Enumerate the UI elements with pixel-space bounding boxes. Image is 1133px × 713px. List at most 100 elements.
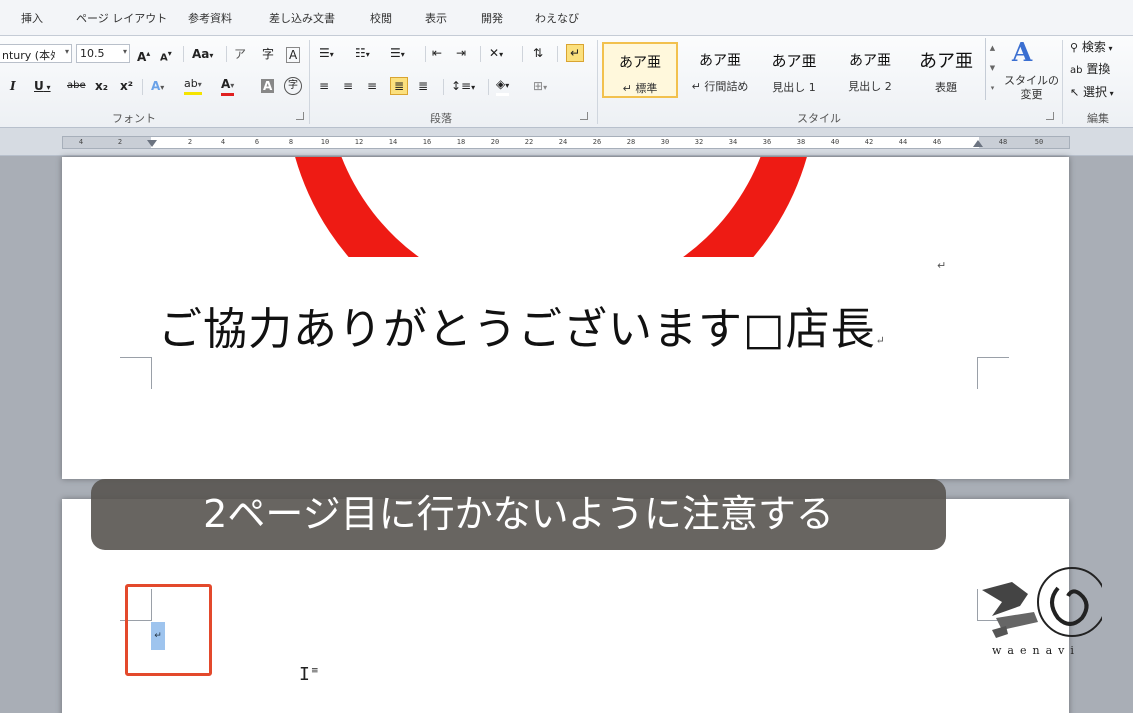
show-formatting-marks-button[interactable]: ↵ <box>566 44 585 62</box>
style-normal[interactable]: あア亜 ↵ 標準 <box>602 42 678 98</box>
enclosed-character-button[interactable]: 字 <box>284 77 302 95</box>
style-name: ↵ 行間詰め <box>691 80 749 93</box>
font-name-combo[interactable]: ntury (本ﾀ ▾ <box>0 44 72 63</box>
style-title[interactable]: あア亜 表題 <box>908 42 984 98</box>
subscript-button[interactable]: x₂ <box>95 77 108 95</box>
character-border-button[interactable]: A <box>286 47 301 63</box>
align-left-button[interactable]: ≡ <box>319 77 329 95</box>
tab-developer[interactable]: 開発 <box>481 10 503 26</box>
replace-button[interactable]: ab 置換 <box>1070 60 1110 77</box>
replace-label: 置換 <box>1086 62 1111 76</box>
change-case-icon: Aa <box>192 47 210 61</box>
edit-group-label: 編集 <box>1087 112 1109 125</box>
tab-references[interactable]: 参考資料 <box>188 10 232 26</box>
first-line-indent-handle[interactable] <box>147 140 157 147</box>
red-circle-shape[interactable] <box>62 157 1069 257</box>
change-styles-button[interactable]: スタイルの 変更 <box>1004 74 1059 102</box>
shading-button[interactable]: ◈▾ <box>496 77 510 96</box>
style-sample: あア亜 <box>771 52 817 70</box>
horizontal-ruler[interactable]: 4 2 2 4 6 8 10 12 14 16 18 20 22 24 26 2… <box>0 128 1133 156</box>
style-heading-2[interactable]: あア亜 見出し 2 <box>832 42 908 98</box>
italic-button[interactable]: I <box>10 77 16 95</box>
style-name: 見出し 1 <box>772 81 816 94</box>
right-indent-handle[interactable] <box>973 140 983 147</box>
ruler-tick: 36 <box>762 138 772 146</box>
ruler-tick: 50 <box>1034 138 1044 146</box>
styles-gallery: あア亜 ↵ 標準 あア亜 ↵ 行間詰め あア亜 見出し 1 あア亜 見出し 2 あア亜表… <box>602 40 1000 100</box>
tutorial-caption: 2ページ目に行かないように注意する <box>91 479 946 550</box>
font-group-label: フォント <box>112 112 156 125</box>
greeting-text[interactable]: ご協力ありがとうございます□店長↵ <box>158 293 886 357</box>
line-spacing-icon: ↕≡ <box>451 79 472 93</box>
ruler-tick: 18 <box>456 138 466 146</box>
greeting-line: ご協力ありがとうございます□店長 <box>158 304 876 355</box>
change-case-button[interactable]: Aa▾ <box>192 45 213 65</box>
tab-waenavi[interactable]: わえなび <box>535 10 579 26</box>
ruler-tick: 20 <box>490 138 500 146</box>
increase-indent-button[interactable]: ⇥ <box>456 44 466 62</box>
line-spacing-button[interactable]: ↕≡▾ <box>451 77 475 97</box>
styles-dialog-launcher-icon[interactable] <box>1046 112 1054 120</box>
underline-button[interactable]: U ▾ <box>34 77 51 97</box>
font-color-button[interactable]: A▾ <box>221 77 235 96</box>
distributed-button[interactable]: ≣ <box>418 77 428 95</box>
ribbon-tab-bar: 挿入 ページ レイアウト 参考資料 差し込み文書 校閲 表示 開発 わえなび <box>0 0 1133 36</box>
character-shading-icon: A <box>263 79 273 93</box>
highlight-color-button[interactable]: ab▾ <box>184 77 202 95</box>
document-page-1[interactable]: ↵ ご協力ありがとうございます□店長↵ <box>62 157 1069 479</box>
font-size-combo[interactable]: 10.5 ▾ <box>76 44 130 63</box>
shrink-font-button[interactable]: A▾ <box>160 45 172 67</box>
tab-view[interactable]: 表示 <box>425 10 447 26</box>
align-right-button[interactable]: ≡ <box>367 77 377 95</box>
multilevel-list-button[interactable]: ☰▾ <box>390 44 405 64</box>
tab-review[interactable]: 校閲 <box>370 10 392 26</box>
find-button[interactable]: ⚲ 検索 ▾ <box>1070 38 1112 55</box>
styles-gallery-scroll[interactable]: ▲ ▼ ▾ <box>985 38 999 100</box>
justify-button[interactable]: ≣ <box>390 77 409 95</box>
tab-page-layout[interactable]: ページ レイアウト <box>76 10 167 26</box>
ruler-tick: 48 <box>998 138 1008 146</box>
tab-insert[interactable]: 挿入 <box>21 10 43 26</box>
strikethrough-icon: abe <box>67 80 86 91</box>
paragraph-dialog-launcher-icon[interactable] <box>580 112 588 120</box>
character-shading-button[interactable]: A <box>261 79 275 93</box>
sort-icon: ⇅ <box>533 46 544 60</box>
selected-paragraph-mark[interactable]: ↵ <box>151 622 165 650</box>
borders-button[interactable]: ⊞▾ <box>533 77 547 97</box>
ruler-tick: 22 <box>524 138 534 146</box>
text-effects-icon: A <box>151 79 161 93</box>
numbering-button[interactable]: ☷▾ <box>355 44 370 64</box>
font-dialog-launcher-icon[interactable] <box>296 112 304 120</box>
phonetic-guide-button[interactable]: ア <box>234 45 246 63</box>
grow-font-button[interactable]: A▴ <box>137 45 150 66</box>
style-sample: あア亜 <box>699 53 741 69</box>
sort-button[interactable]: ⇅ <box>533 44 543 62</box>
ruler-tick: 28 <box>626 138 636 146</box>
select-button[interactable]: ↖ 選択 ▾ <box>1070 83 1114 100</box>
style-heading-1[interactable]: あア亜見出し 1 <box>756 42 832 98</box>
tab-mailings[interactable]: 差し込み文書 <box>269 10 335 26</box>
strikethrough-button[interactable]: abe <box>67 77 86 95</box>
asian-layout-button[interactable]: ✕▾ <box>489 44 503 64</box>
pilcrow-icon: ↵ <box>570 46 581 60</box>
style-no-spacing[interactable]: あア亜 ↵ 行間詰め <box>682 42 758 98</box>
align-center-icon: ≡ <box>343 79 354 93</box>
cursor-arrow-icon: ↖ <box>1070 86 1080 99</box>
paragraph-mark: ↵ <box>937 259 947 272</box>
numbered-list-icon: ☷ <box>355 46 366 60</box>
justify-icon: ≣ <box>394 79 405 93</box>
align-center-button[interactable]: ≡ <box>343 77 353 95</box>
paragraph-group-label: 段落 <box>430 112 452 125</box>
margin-corner-mark <box>977 357 1009 389</box>
group-divider <box>1062 40 1063 124</box>
font-color-icon: A <box>221 77 231 91</box>
style-name: ↵ 標準 <box>622 82 658 95</box>
enclose-characters-button[interactable]: 字 <box>262 45 274 63</box>
text-effects-button[interactable]: A▾ <box>151 77 164 97</box>
decrease-indent-button[interactable]: ⇤ <box>432 44 442 62</box>
replace-icon: ab <box>1070 65 1083 76</box>
superscript-button[interactable]: x² <box>120 77 133 95</box>
click-and-type-icon: ≡ <box>311 666 319 676</box>
divider <box>183 46 184 62</box>
bullets-button[interactable]: ☰▾ <box>319 44 334 64</box>
